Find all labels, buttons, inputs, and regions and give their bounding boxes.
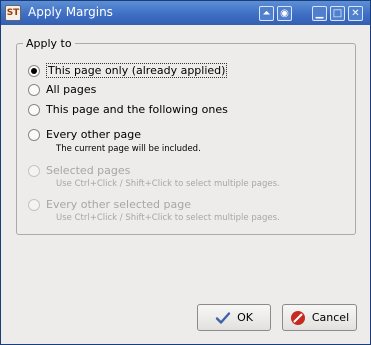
shade-button[interactable]: ⏶: [259, 6, 274, 21]
restore-icon-button[interactable]: ◉: [277, 6, 292, 21]
window-title: Apply Margins: [28, 5, 113, 19]
option-label: Selected pages: [46, 164, 131, 177]
cancel-label: Cancel: [311, 311, 350, 324]
option-all-pages[interactable]: All pages: [28, 83, 96, 96]
apply-margins-dialog: ST Apply Margins ⏶ ◉ ▁ □ ✕ Apply to This…: [0, 0, 371, 345]
option-every-other-selected: Every other selected page: [28, 198, 191, 211]
dialog-content: Apply to This page only (already applied…: [1, 25, 370, 344]
option-every-other-page[interactable]: Every other page: [28, 128, 141, 141]
radio-icon: [28, 164, 40, 177]
option-this-page-only[interactable]: This page only (already applied): [28, 63, 228, 78]
minimize-button[interactable]: ▁: [312, 6, 327, 21]
option-label: All pages: [46, 83, 97, 96]
option-hint: Use Ctrl+Click / Shift+Click to select m…: [56, 213, 280, 223]
radio-icon: [28, 198, 40, 211]
cancel-button[interactable]: Cancel: [282, 304, 357, 331]
option-selected-pages: Selected pages: [28, 164, 130, 177]
option-this-and-following[interactable]: This page and the following ones: [28, 103, 228, 116]
radio-selected-icon[interactable]: [28, 64, 40, 77]
checkmark-icon: [215, 310, 231, 326]
option-label: Every other page: [46, 128, 142, 141]
option-label: Every other selected page: [46, 198, 191, 211]
ok-button[interactable]: OK: [197, 304, 271, 331]
cancel-icon: [290, 310, 306, 326]
title-bar[interactable]: ST Apply Margins ⏶ ◉ ▁ □ ✕: [1, 1, 370, 25]
app-icon: ST: [5, 5, 21, 21]
option-hint: The current page will be included.: [56, 144, 201, 154]
maximize-button[interactable]: □: [330, 6, 345, 21]
radio-icon[interactable]: [28, 83, 40, 96]
close-button[interactable]: ✕: [348, 6, 363, 21]
radio-icon[interactable]: [28, 128, 40, 141]
radio-icon[interactable]: [28, 103, 40, 116]
apply-to-group-title: Apply to: [23, 37, 75, 50]
option-label: This page only (already applied): [46, 63, 228, 78]
option-hint: Use Ctrl+Click / Shift+Click to select m…: [56, 179, 280, 189]
option-label: This page and the following ones: [46, 103, 228, 116]
ok-label: OK: [237, 311, 253, 324]
